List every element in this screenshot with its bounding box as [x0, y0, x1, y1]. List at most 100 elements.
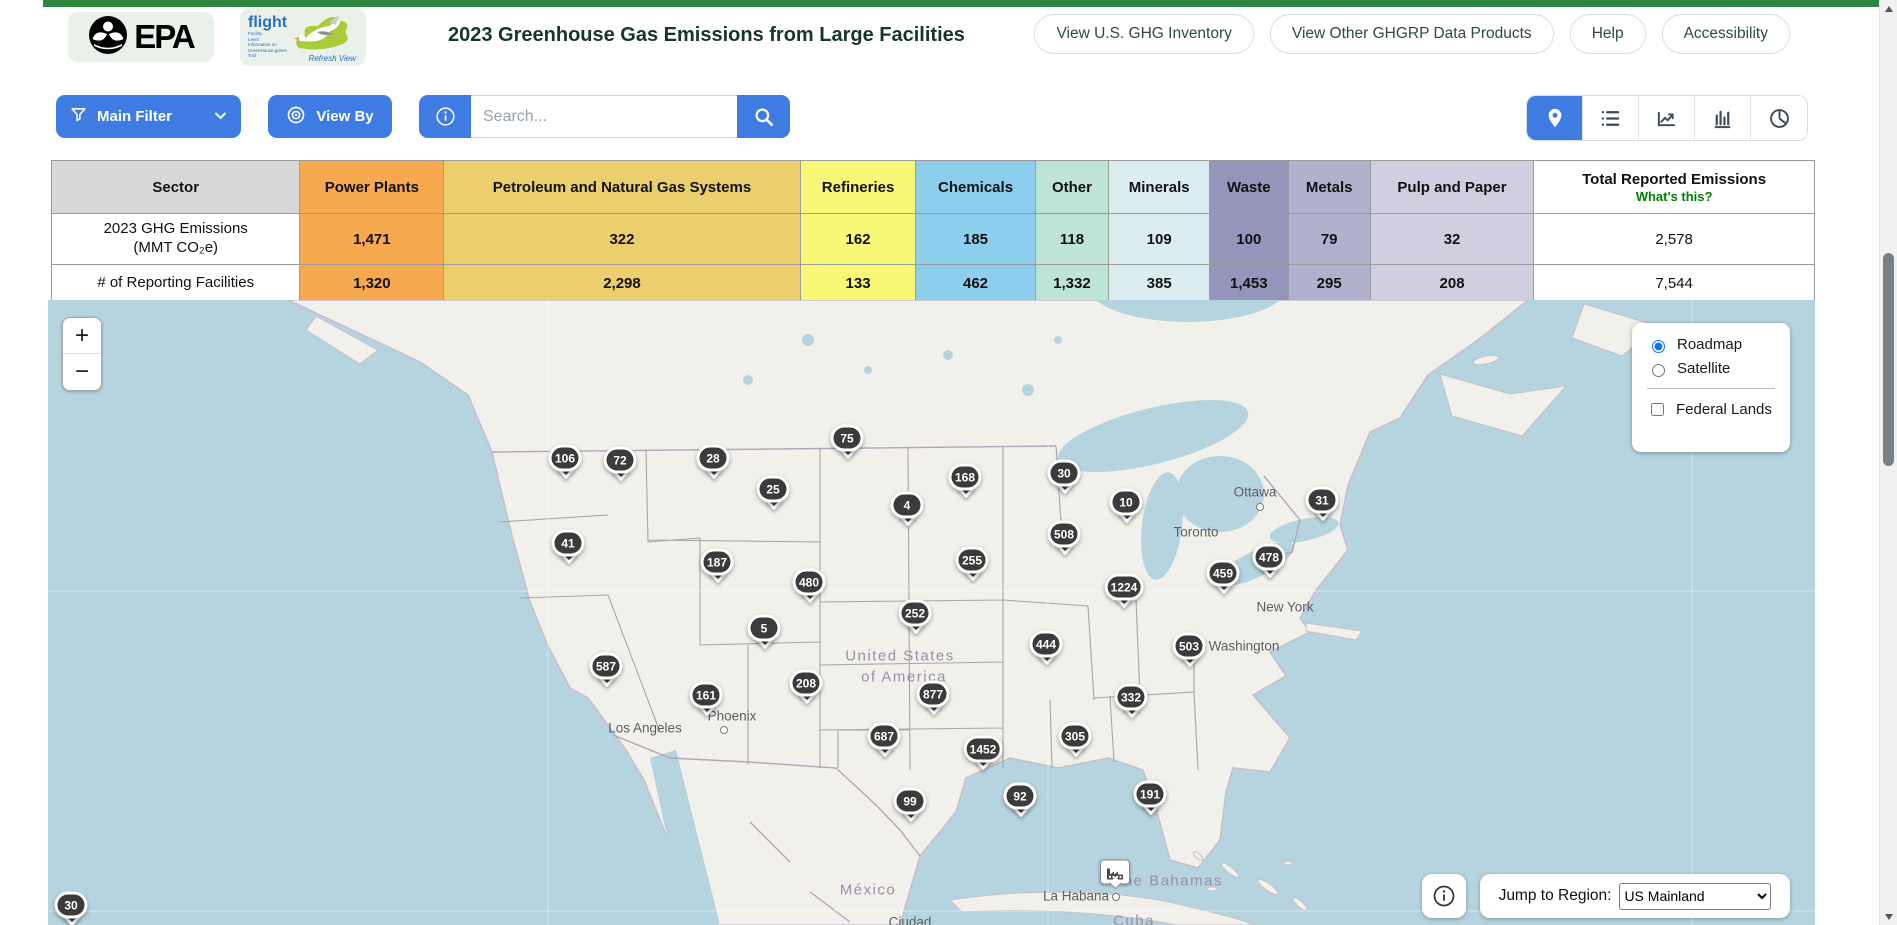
cluster-marker[interactable]: 459: [1206, 559, 1240, 595]
main-filter-button[interactable]: Main Filter: [56, 95, 241, 138]
satellite-label: Satellite: [1677, 360, 1731, 377]
satellite-option[interactable]: Satellite: [1647, 360, 1775, 377]
facilities-cell: 133: [799, 264, 917, 302]
cluster-marker[interactable]: 208: [789, 669, 823, 705]
scrollbar-thumb[interactable]: [1883, 253, 1894, 466]
cluster-marker[interactable]: 92: [1003, 782, 1037, 818]
facilities-cell: 1,332: [1034, 264, 1110, 302]
map-type-control: Roadmap Satellite Federal Lands: [1632, 323, 1790, 452]
facility-marker[interactable]: [1100, 859, 1130, 890]
list-view-button[interactable]: [1583, 96, 1639, 140]
cluster-marker[interactable]: 187: [700, 548, 734, 584]
emissions-cell: 118: [1034, 213, 1110, 265]
whats-this-link[interactable]: What's this?: [1542, 189, 1806, 204]
cluster-marker[interactable]: 687: [867, 722, 901, 758]
emissions-cell: 322: [443, 213, 801, 265]
view-by-button[interactable]: View By: [268, 95, 392, 138]
federal-lands-label: Federal Lands: [1676, 401, 1772, 418]
sector-header-cell: Sector: [50, 160, 301, 214]
bar-chart-view-button[interactable]: [1695, 96, 1751, 140]
view-switcher: [1526, 95, 1808, 141]
scroll-down-arrow[interactable]: [1880, 908, 1897, 925]
cluster-marker[interactable]: 72: [603, 446, 637, 482]
map-view-button[interactable]: [1527, 96, 1583, 140]
flight-logo-text: flight: [248, 13, 288, 31]
cluster-marker[interactable]: 31: [1305, 486, 1339, 522]
view-by-eye-icon: [286, 105, 306, 129]
filter-funnel-icon: [70, 106, 87, 127]
flight-logo[interactable]: flight Facility Level Information on GreenH…: [240, 8, 366, 66]
cluster-marker[interactable]: 478: [1252, 543, 1286, 579]
cluster-marker[interactable]: 99: [893, 787, 927, 823]
search-submit-button[interactable]: [737, 95, 790, 138]
cluster-marker[interactable]: 41: [551, 529, 585, 565]
line-chart-icon: [1657, 111, 1676, 126]
scroll-up-arrow[interactable]: [1880, 0, 1897, 17]
search-info-button[interactable]: [419, 95, 471, 138]
main-filter-label: Main Filter: [97, 108, 173, 125]
cluster-marker[interactable]: 161: [689, 681, 723, 717]
pie-chart-view-button[interactable]: [1751, 96, 1807, 140]
total-facilities-cell: 7,544: [1533, 264, 1815, 302]
cluster-marker[interactable]: 106: [548, 444, 582, 480]
cluster-marker[interactable]: 503: [1172, 632, 1206, 668]
cluster-marker[interactable]: 5: [747, 614, 781, 650]
sector-column-header: Other: [1034, 160, 1110, 214]
cluster-marker[interactable]: 28: [696, 444, 730, 480]
map-info-button[interactable]: [1422, 874, 1466, 918]
cluster-marker[interactable]: 305: [1058, 722, 1092, 758]
cluster-marker[interactable]: 75: [830, 424, 864, 460]
cluster-marker[interactable]: 10: [1109, 488, 1143, 524]
cluster-marker[interactable]: 1224: [1104, 573, 1144, 609]
radio-satellite[interactable]: [1652, 363, 1665, 377]
cluster-marker[interactable]: 877: [916, 680, 950, 716]
region-select[interactable]: US Mainland: [1619, 882, 1772, 910]
radio-roadmap[interactable]: [1652, 339, 1665, 353]
cluster-marker[interactable]: 255: [955, 546, 989, 582]
sector-column-header: Minerals: [1108, 160, 1211, 214]
sector-column-header: Chemicals: [915, 160, 1036, 214]
header-button[interactable]: Accessibility: [1661, 14, 1790, 54]
header-button[interactable]: Help: [1569, 14, 1646, 54]
trend-view-button[interactable]: [1639, 96, 1695, 140]
cluster-marker[interactable]: 1452: [963, 735, 1003, 771]
cluster-marker[interactable]: 191: [1133, 780, 1167, 816]
cluster-marker[interactable]: 480: [792, 568, 826, 604]
federal-lands-checkbox[interactable]: [1651, 403, 1664, 416]
refresh-view-link[interactable]: Refresh View: [309, 54, 356, 63]
cluster-marker[interactable]: 4: [890, 491, 924, 527]
map[interactable]: Ottawa Toronto New York Washington Los Angel…: [48, 300, 1815, 925]
cluster-marker[interactable]: 444: [1029, 630, 1063, 666]
epa-seal-icon: [88, 15, 128, 60]
cluster-marker[interactable]: 252: [898, 599, 932, 635]
jump-to-region-label: Jump to Region:: [1498, 887, 1612, 904]
roadmap-option[interactable]: Roadmap: [1647, 336, 1775, 353]
total-column-header: Total Reported Emissions What's this?: [1533, 160, 1815, 214]
search-group: [419, 95, 790, 138]
sector-column-header: Refineries: [799, 160, 917, 214]
cluster-marker[interactable]: 332: [1114, 683, 1148, 719]
cluster-marker[interactable]: 508: [1047, 520, 1081, 556]
header-button[interactable]: View U.S. GHG Inventory: [1034, 14, 1254, 54]
cluster-marker[interactable]: 25: [756, 475, 790, 511]
cluster-marker[interactable]: 587: [589, 652, 623, 688]
page-title: 2023 Greenhouse Gas Emissions from Large…: [448, 24, 965, 46]
epa-logo[interactable]: EPA: [68, 12, 214, 62]
cluster-marker[interactable]: 30: [1047, 459, 1081, 495]
sector-table: Sector Power Plants Petroleum and Natural …: [50, 160, 1815, 302]
flight-app: EPA flight Facility Level Information on Gr…: [0, 0, 1897, 925]
header-button[interactable]: View Other GHGRP Data Products: [1269, 14, 1554, 54]
bar-chart-icon: [1714, 110, 1731, 128]
info-icon: [1433, 885, 1455, 907]
roadmap-label: Roadmap: [1677, 336, 1743, 353]
search-input[interactable]: [471, 95, 737, 138]
map-pin-icon: [1548, 108, 1561, 128]
emissions-cell: 1,471: [299, 213, 445, 265]
zoom-out-button[interactable]: −: [63, 354, 101, 390]
zoom-in-button[interactable]: +: [63, 318, 101, 354]
sector-column-header: Waste: [1209, 160, 1289, 214]
cluster-marker[interactable]: 168: [948, 463, 982, 499]
federal-lands-option[interactable]: Federal Lands: [1647, 400, 1775, 419]
zoom-control: + −: [62, 317, 102, 391]
cluster-marker[interactable]: 30: [54, 891, 88, 925]
